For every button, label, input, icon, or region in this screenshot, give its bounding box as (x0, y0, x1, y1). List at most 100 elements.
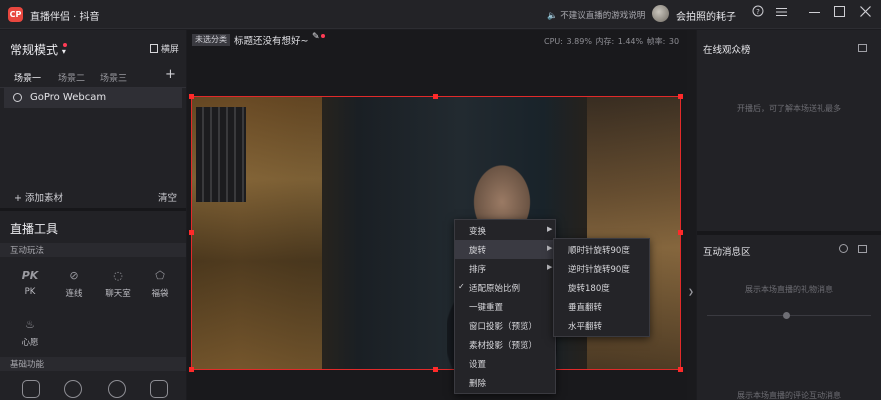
tool-luckybag[interactable]: ⬠ 福袋 (138, 268, 182, 299)
section-label: 互动玩法 (10, 246, 45, 256)
tool-wish[interactable]: ♨ 心愿 (8, 317, 52, 348)
menu-item-rotate[interactable]: 旋转 ▶ (455, 240, 555, 259)
popout-icon[interactable] (858, 245, 867, 253)
menu-item-transform[interactable]: 变换 ▶ (455, 221, 555, 240)
resize-handle[interactable] (678, 230, 683, 235)
resize-handle[interactable] (678, 94, 683, 99)
maximize-icon[interactable] (830, 5, 848, 23)
menu-item-reset[interactable]: 一键重置 (455, 297, 555, 316)
submenu-rotate-180[interactable]: 旋转180度 (554, 278, 649, 297)
chevron-right-icon: ❯ (688, 288, 694, 296)
popout-icon[interactable] (858, 44, 867, 52)
scene-tabs: 场景一 场景二 场景三 + (0, 66, 186, 88)
tool-label: 聊天室 (105, 289, 131, 299)
wish-icon: ♨ (25, 318, 35, 331)
submenu-label: 逆时针旋转90度 (568, 265, 630, 275)
right-panel-collapse[interactable]: ❯ (687, 30, 696, 400)
mode-row: 常规模式 ▾ 横屏 (0, 30, 186, 64)
landscape-button[interactable]: 横屏 (150, 42, 179, 55)
tab-scene-2[interactable]: 场景二 (58, 71, 85, 84)
edit-icon[interactable]: ✎ (312, 32, 320, 42)
menu-item-label: 适配原始比例 (469, 284, 521, 294)
help-icon[interactable]: ? (749, 5, 767, 23)
tool-pk[interactable]: PK PK (8, 268, 52, 297)
basic-tool-store-icon[interactable] (150, 380, 168, 398)
menu-item-label: 素材投影（预览） (469, 341, 538, 351)
svg-text:?: ? (756, 8, 760, 16)
menu-icon[interactable] (772, 5, 790, 23)
resize-handle[interactable] (189, 94, 194, 99)
tool-chatroom[interactable]: ◌ 聊天室 (96, 268, 140, 299)
menu-item-label: 变换 (469, 227, 487, 237)
link-icon: ⊘ (69, 269, 79, 282)
minimize-icon[interactable] (805, 5, 823, 23)
chevron-right-icon: ▶ (547, 244, 553, 252)
menu-item-source-projection[interactable]: 素材投影（预览） (455, 335, 555, 354)
submenu-flip-vertical[interactable]: 垂直翻转 (554, 297, 649, 316)
source-item[interactable]: GoPro Webcam (4, 88, 182, 108)
viewers-title: 在线观众榜 (703, 45, 751, 56)
section-header-basic: 基础功能 (0, 357, 186, 371)
submenu-label: 水平翻转 (568, 322, 603, 332)
pk-icon: PK (21, 269, 39, 282)
submenu-rotate-ccw-90[interactable]: 逆时针旋转90度 (554, 259, 649, 278)
basic-tool-user-icon[interactable] (108, 380, 126, 398)
add-source-button[interactable]: + 添加素材 (14, 190, 63, 204)
category-badge[interactable]: 未选分类 (192, 34, 230, 46)
menu-item-fit-ratio[interactable]: ✓ 适配原始比例 (455, 278, 555, 297)
viewers-empty: 开播后，可了解本场送礼最多 (737, 104, 841, 113)
submenu-label: 旋转180度 (568, 284, 610, 294)
submenu-flip-horizontal[interactable]: 水平翻转 (554, 316, 649, 335)
close-icon[interactable] (856, 5, 874, 23)
clear-button[interactable]: 清空 (158, 190, 177, 204)
stream-title[interactable]: 标题还没有想好~ (234, 33, 308, 47)
basic-tool-hexagon-icon[interactable] (22, 380, 40, 398)
resize-handle[interactable] (433, 367, 438, 372)
submenu-label: 顺时针旋转90度 (568, 246, 630, 256)
right-panel: 在线观众榜 开播后，可了解本场送礼最多 互动消息区 展示本场直播的礼物消息 展示… (697, 30, 881, 400)
section-label: 基础功能 (10, 360, 45, 370)
split-slider-handle[interactable] (783, 312, 790, 319)
avatar[interactable] (652, 5, 669, 22)
context-menu: 变换 ▶ 旋转 ▶ 排序 ▶ ✓ 适配原始比例 一键重置 窗口投影（预览） 素材… (454, 219, 556, 394)
submenu-rotate-cw-90[interactable]: 顺时针旋转90度 (554, 240, 649, 259)
tab-scene-1[interactable]: 场景一 (14, 71, 41, 84)
add-scene-button[interactable]: + (165, 67, 176, 82)
tab-scene-3[interactable]: 场景三 (100, 71, 127, 84)
resize-handle[interactable] (189, 230, 194, 235)
gifts-empty: 展示本场直播的礼物消息 (745, 285, 833, 294)
chevron-right-icon: ▶ (547, 225, 553, 233)
divider (697, 231, 881, 235)
game-notice-label: 不建议直播的游戏说明 (560, 11, 646, 21)
resize-handle[interactable] (678, 367, 683, 372)
speaker-icon: 🔈 (547, 11, 558, 21)
menu-item-label: 窗口投影（预览） (469, 322, 538, 332)
menu-item-order[interactable]: 排序 ▶ (455, 259, 555, 278)
menu-item-window-projection[interactable]: 窗口投影（预览） (455, 316, 555, 335)
tool-label: 连线 (65, 289, 83, 299)
menu-item-label: 删除 (469, 379, 487, 389)
check-icon: ✓ (458, 282, 465, 291)
mode-label: 常规模式 (10, 43, 59, 57)
title-bar: CP 直播伴侣 · 抖音 🔈 不建议直播的游戏说明 会拍照的耗子 ? (0, 0, 881, 29)
tool-link[interactable]: ⊘ 连线 (52, 268, 96, 299)
comments-empty: 展示本场直播的评论互动消息 (737, 391, 841, 400)
settings-icon[interactable] (839, 244, 848, 253)
app-title: 直播伴侣 · 抖音 (30, 12, 100, 23)
rotate-submenu: 顺时针旋转90度 逆时针旋转90度 旋转180度 垂直翻转 水平翻转 (553, 238, 650, 337)
username[interactable]: 会拍照的耗子 (676, 8, 736, 23)
menu-item-delete[interactable]: 删除 (455, 373, 555, 392)
menu-item-settings[interactable]: 设置 (455, 354, 555, 373)
luckybag-icon: ⬠ (155, 269, 165, 282)
messages-title: 互动消息区 (703, 247, 751, 258)
basic-tool-lock-icon[interactable] (64, 380, 82, 398)
resize-handle[interactable] (433, 94, 438, 99)
game-notice-link[interactable]: 🔈 不建议直播的游戏说明 (547, 9, 645, 21)
chatroom-icon: ◌ (113, 269, 123, 282)
resize-handle[interactable] (189, 367, 194, 372)
tool-label: 心愿 (21, 338, 39, 348)
mode-selector[interactable]: 常规模式 ▾ (10, 41, 66, 58)
section-header-interactive: 互动玩法 (0, 243, 186, 257)
tools-title: 直播工具 (10, 222, 59, 236)
chevron-right-icon: ▶ (547, 263, 553, 271)
